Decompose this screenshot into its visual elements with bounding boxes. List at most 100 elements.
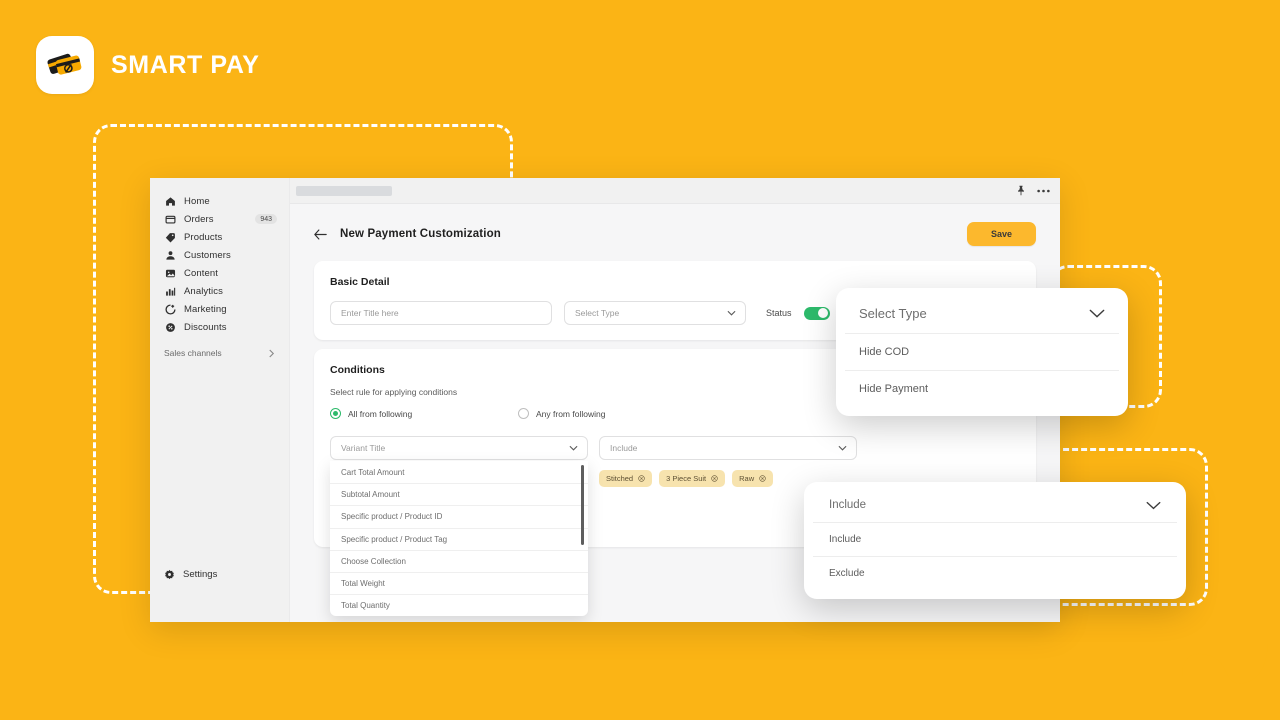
tag-label: Stitched: [606, 474, 634, 483]
select-type-popover: Select Type Hide COD Hide Payment: [836, 288, 1128, 416]
pin-icon[interactable]: [1016, 185, 1026, 196]
chevron-down-icon: [727, 310, 736, 316]
sidebar-item-customers[interactable]: Customers: [158, 246, 281, 264]
analytics-icon: [164, 285, 176, 297]
arrow-left-icon[interactable]: [314, 228, 327, 240]
brand-logo: SMART PAY: [36, 36, 259, 94]
page-title: New Payment Customization: [340, 228, 501, 240]
home-icon: [164, 195, 176, 207]
page-background: SMART PAY Home Orders 943 Products Custo…: [0, 0, 1280, 720]
tag-label: 3 Piece Suit: [666, 474, 707, 483]
remove-circle-icon[interactable]: [759, 475, 766, 482]
save-button[interactable]: Save: [966, 222, 1036, 246]
list-item[interactable]: Specific product / Product ID: [330, 505, 588, 527]
topbar-placeholder-bar: [296, 185, 392, 196]
page-header-left: New Payment Customization: [314, 228, 501, 240]
tag-chip[interactable]: 3 Piece Suit: [659, 470, 726, 487]
remove-circle-icon[interactable]: [638, 475, 645, 482]
list-item[interactable]: Total Quantity: [330, 594, 588, 616]
title-input[interactable]: Enter Title here: [330, 301, 552, 325]
orders-icon: [164, 213, 176, 225]
basic-detail-heading: Basic Detail: [330, 276, 390, 288]
title-input-placeholder: Enter Title here: [341, 308, 399, 318]
sidebar-item-home[interactable]: Home: [158, 192, 281, 210]
sidebar: Home Orders 943 Products Customers Conte…: [150, 178, 290, 622]
content-icon: [164, 267, 176, 279]
sidebar-item-label: Home: [184, 195, 210, 207]
variant-select-wrap: Variant Title Cart Total Amount Subtotal…: [330, 436, 588, 617]
select-type-option-hide-cod[interactable]: Hide COD: [845, 334, 1119, 371]
include-option-exclude[interactable]: Exclude: [813, 557, 1177, 590]
sidebar-item-label: Orders: [184, 213, 214, 225]
sidebar-item-label: Discounts: [184, 321, 227, 333]
list-item[interactable]: Choose Collection: [330, 549, 588, 572]
customers-icon: [164, 249, 176, 261]
variant-options-list[interactable]: Cart Total Amount Subtotal Amount Specif…: [330, 461, 588, 617]
radio-label: All from following: [348, 408, 413, 419]
sidebar-item-discounts[interactable]: Discounts: [158, 318, 281, 336]
include-popover: Include Include Exclude: [804, 482, 1186, 599]
type-select-value: Select Type: [575, 308, 620, 318]
sidebar-item-label: Marketing: [184, 303, 227, 315]
variant-select-value: Variant Title: [341, 443, 386, 453]
list-item[interactable]: Subtotal Amount: [330, 483, 588, 505]
radio-indicator: [330, 408, 341, 419]
list-item[interactable]: Cart Total Amount: [330, 461, 588, 483]
select-type-popover-header[interactable]: Select Type: [845, 297, 1119, 334]
include-select-wrap: Include Stitched 3 Piece Suit Raw: [599, 436, 857, 487]
page-header: New Payment Customization Save: [314, 216, 1036, 252]
toggle-knob: [818, 308, 829, 318]
radio-indicator: [518, 408, 529, 419]
sidebar-divider: [150, 336, 289, 346]
more-horizontal-icon[interactable]: [1037, 189, 1050, 193]
include-popover-value: Include: [829, 499, 867, 511]
tag-chip[interactable]: Stitched: [599, 470, 653, 487]
include-popover-header[interactable]: Include: [813, 491, 1177, 523]
sidebar-item-content[interactable]: Content: [158, 264, 281, 282]
include-select-value: Include: [610, 443, 638, 453]
list-item[interactable]: Specific product / Product Tag: [330, 527, 588, 550]
topbar-actions: [1016, 185, 1050, 196]
sidebar-item-analytics[interactable]: Analytics: [158, 282, 281, 300]
condition-row: Variant Title Cart Total Amount Subtotal…: [330, 436, 1020, 617]
radio-any-from-following[interactable]: Any from following: [518, 408, 605, 419]
wave-decoration: [1182, 610, 1280, 720]
sidebar-item-sales-channels[interactable]: Sales channels: [164, 346, 275, 358]
sidebar-item-products[interactable]: Products: [158, 228, 281, 246]
chevron-down-icon: [838, 445, 847, 451]
tag-label: Raw: [739, 474, 755, 483]
sidebar-item-label: Content: [184, 267, 218, 279]
include-select[interactable]: Include: [599, 436, 857, 460]
list-scrollbar[interactable]: [580, 465, 584, 545]
sidebar-item-label: Analytics: [184, 285, 223, 297]
gear-icon: [164, 569, 175, 580]
sidebar-item-orders[interactable]: Orders 943: [158, 210, 281, 228]
chevron-right-icon: [268, 349, 275, 358]
remove-circle-icon[interactable]: [711, 475, 718, 482]
status-toggle[interactable]: [803, 306, 830, 320]
sidebar-item-label: Customers: [184, 249, 231, 261]
list-item[interactable]: Total Weight: [330, 571, 588, 594]
include-option-include[interactable]: Include: [813, 523, 1177, 557]
chevron-down-icon: [569, 445, 578, 451]
orders-badge: 943: [255, 214, 277, 224]
select-type-option-hide-payment[interactable]: Hide Payment: [845, 371, 1119, 407]
status-label: Status: [766, 308, 792, 318]
sidebar-item-marketing[interactable]: Marketing: [158, 300, 281, 318]
window-topbar: [290, 178, 1060, 204]
variant-select[interactable]: Variant Title: [330, 436, 588, 460]
type-select[interactable]: Select Type: [564, 301, 746, 325]
tag-chip[interactable]: Raw: [732, 470, 774, 487]
radio-all-from-following[interactable]: All from following: [330, 408, 518, 419]
marketing-icon: [164, 303, 176, 315]
brand-name: SMART PAY: [111, 50, 260, 79]
sidebar-item-settings[interactable]: Settings: [158, 569, 223, 580]
smart-pay-cards-icon: [36, 36, 94, 94]
sidebar-item-label: Products: [184, 231, 223, 243]
settings-label: Settings: [183, 569, 218, 580]
sales-channels-label: Sales channels: [164, 348, 222, 358]
products-icon: [164, 231, 176, 243]
status-control: Status: [766, 306, 830, 320]
chevron-down-icon: [1146, 501, 1161, 510]
select-type-popover-value: Select Type: [859, 306, 927, 321]
